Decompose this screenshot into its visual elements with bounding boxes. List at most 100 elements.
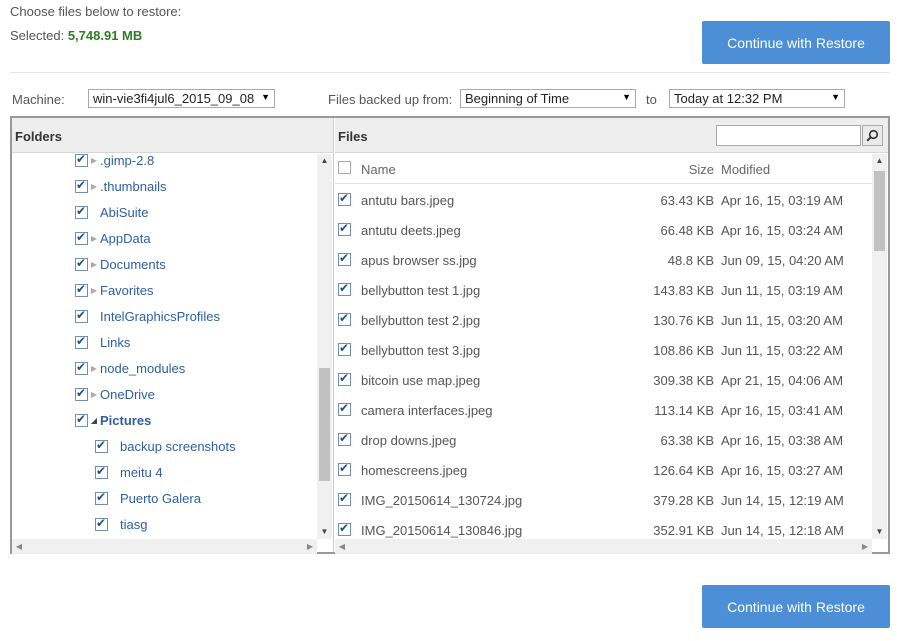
folder-tree-item[interactable]: ▶Favorites [75,280,153,300]
folder-checkbox[interactable] [95,516,108,531]
folder-label[interactable]: OneDrive [100,387,155,402]
column-header-name[interactable]: Name [361,162,396,177]
folder-checkbox[interactable] [75,334,88,349]
folder-checkbox[interactable] [75,308,88,323]
file-checkbox[interactable] [338,311,351,326]
folder-checkbox[interactable] [75,412,88,427]
column-header-modified[interactable]: Modified [721,162,770,177]
folder-label[interactable]: .thumbnails [100,179,166,194]
scroll-up-arrow-icon[interactable]: ▲ [317,154,332,168]
folder-label[interactable]: .gimp-2.8 [100,154,154,168]
file-checkbox[interactable] [338,401,351,416]
folder-label[interactable]: AbiSuite [100,205,148,220]
folder-tree-item[interactable]: backup screenshots [95,436,236,456]
folder-tree-item[interactable]: ▶OneDrive [75,384,155,404]
machine-select[interactable]: win-vie3fi4jul6_2015_09_08 ▼ [88,89,275,108]
file-checkbox[interactable] [338,461,351,476]
file-row[interactable]: bellybutton test 3.jpg 108.86 KB Jun 11, 1… [335,335,872,365]
folder-tree-item[interactable]: Puerto Galera [95,488,201,508]
folder-tree-item[interactable]: AbiSuite [75,202,148,222]
folder-checkbox[interactable] [75,360,88,375]
file-checkbox[interactable] [338,221,351,236]
file-checkbox[interactable] [338,251,351,266]
file-list-scroll-thumb[interactable] [874,171,885,251]
folder-tree-item[interactable]: meitu 4 [95,462,163,482]
folder-checkbox[interactable] [95,490,108,505]
collapsed-triangle-icon[interactable]: ▶ [89,286,99,295]
folder-tree-item[interactable]: ▶AppData [75,228,151,248]
collapsed-triangle-icon[interactable]: ▶ [89,260,99,269]
file-list-horizontal-scrollbar[interactable]: ◀ ▶ [335,539,872,554]
folder-checkbox[interactable] [75,230,88,245]
file-row[interactable]: IMG_20150614_130724.jpg 379.28 KB Jun 14, … [335,485,872,515]
folder-label[interactable]: tiasg [120,517,147,532]
search-button[interactable] [862,125,883,146]
folder-label[interactable]: Favorites [100,283,153,298]
file-row[interactable]: drop downs.jpeg 63.38 KB Apr 16, 15, 03:38… [335,425,872,455]
from-date-select[interactable]: Beginning of Time ▼ [460,89,636,108]
folder-tree-item[interactable]: ▶.gimp-2.8 [75,154,154,170]
scroll-right-arrow-icon[interactable]: ▶ [303,539,317,554]
folder-label[interactable]: Links [100,335,130,350]
file-row[interactable]: antutu deets.jpeg 66.48 KB Apr 16, 15, 03:… [335,215,872,245]
file-row[interactable]: bellybutton test 1.jpg 143.83 KB Jun 11, 1… [335,275,872,305]
column-header-size[interactable]: Size [689,162,714,177]
scroll-up-arrow-icon[interactable]: ▲ [872,154,887,168]
file-list-vertical-scrollbar[interactable]: ▲ ▼ [872,154,887,539]
continue-with-restore-button-top[interactable]: Continue with Restore [702,21,890,64]
folder-tree-item[interactable]: Links [75,332,130,352]
folder-label[interactable]: meitu 4 [120,465,163,480]
file-row[interactable]: bitcoin use map.jpeg 309.38 KB Apr 21, 15,… [335,365,872,395]
folder-label[interactable]: Documents [100,257,166,272]
select-all-checkbox[interactable] [338,161,351,174]
file-checkbox[interactable] [338,191,351,206]
folder-label[interactable]: Puerto Galera [120,491,201,506]
file-row[interactable]: antutu bars.jpeg 63.43 KB Apr 16, 15, 03:1… [335,185,872,215]
collapsed-triangle-icon[interactable]: ▶ [89,234,99,243]
folder-checkbox[interactable] [75,204,88,219]
folder-label[interactable]: backup screenshots [120,439,236,454]
collapsed-triangle-icon[interactable]: ▶ [89,390,99,399]
file-row[interactable]: IMG_20150614_130846.jpg 352.91 KB Jun 14, … [335,515,872,539]
file-checkbox[interactable] [338,371,351,386]
scroll-down-arrow-icon[interactable]: ▼ [317,525,332,539]
collapsed-triangle-icon[interactable]: ▶ [89,182,99,191]
folder-checkbox[interactable] [75,154,88,167]
expanded-triangle-icon[interactable]: ◢ [89,416,99,425]
folder-checkbox[interactable] [95,464,108,479]
scroll-left-arrow-icon[interactable]: ◀ [335,539,349,554]
folder-label[interactable]: IntelGraphicsProfiles [100,309,220,324]
folder-label[interactable]: node_modules [100,361,185,376]
folder-tree-vertical-scrollbar[interactable]: ▲ ▼ [317,154,332,539]
file-row[interactable]: homescreens.jpeg 126.64 KB Apr 16, 15, 03:… [335,455,872,485]
files-search-input[interactable] [716,125,861,146]
folder-checkbox[interactable] [95,438,108,453]
to-date-select[interactable]: Today at 12:32 PM ▼ [669,89,845,108]
continue-with-restore-button-bottom[interactable]: Continue with Restore [702,585,890,628]
folder-checkbox[interactable] [75,386,88,401]
file-checkbox[interactable] [338,521,351,536]
collapsed-triangle-icon[interactable]: ▶ [89,156,99,165]
scroll-down-arrow-icon[interactable]: ▼ [872,525,887,539]
folder-checkbox[interactable] [75,282,88,297]
file-row[interactable]: apus browser ss.jpg 48.8 KB Jun 09, 15, 04… [335,245,872,275]
scroll-left-arrow-icon[interactable]: ◀ [12,539,26,554]
folder-tree-horizontal-scrollbar[interactable]: ◀ ▶ [12,539,317,554]
folder-checkbox[interactable] [75,178,88,193]
folder-checkbox[interactable] [75,256,88,271]
file-checkbox[interactable] [338,431,351,446]
folder-tree-item[interactable]: ◢Pictures [75,410,151,430]
folder-tree-item[interactable]: ▶Documents [75,254,166,274]
scroll-right-arrow-icon[interactable]: ▶ [858,539,872,554]
folder-label[interactable]: Pictures [100,413,151,428]
collapsed-triangle-icon[interactable]: ▶ [89,364,99,373]
file-checkbox[interactable] [338,491,351,506]
folder-tree-item[interactable]: ▶.thumbnails [75,176,166,196]
file-row[interactable]: camera interfaces.jpeg 113.14 KB Apr 16, 1… [335,395,872,425]
file-checkbox[interactable] [338,341,351,356]
folder-tree-item[interactable]: tiasg [95,514,147,534]
folder-tree-item[interactable]: IntelGraphicsProfiles [75,306,220,326]
file-row[interactable]: bellybutton test 2.jpg 130.76 KB Jun 11, 1… [335,305,872,335]
folder-label[interactable]: AppData [100,231,151,246]
folder-tree-scroll-thumb[interactable] [319,368,330,481]
